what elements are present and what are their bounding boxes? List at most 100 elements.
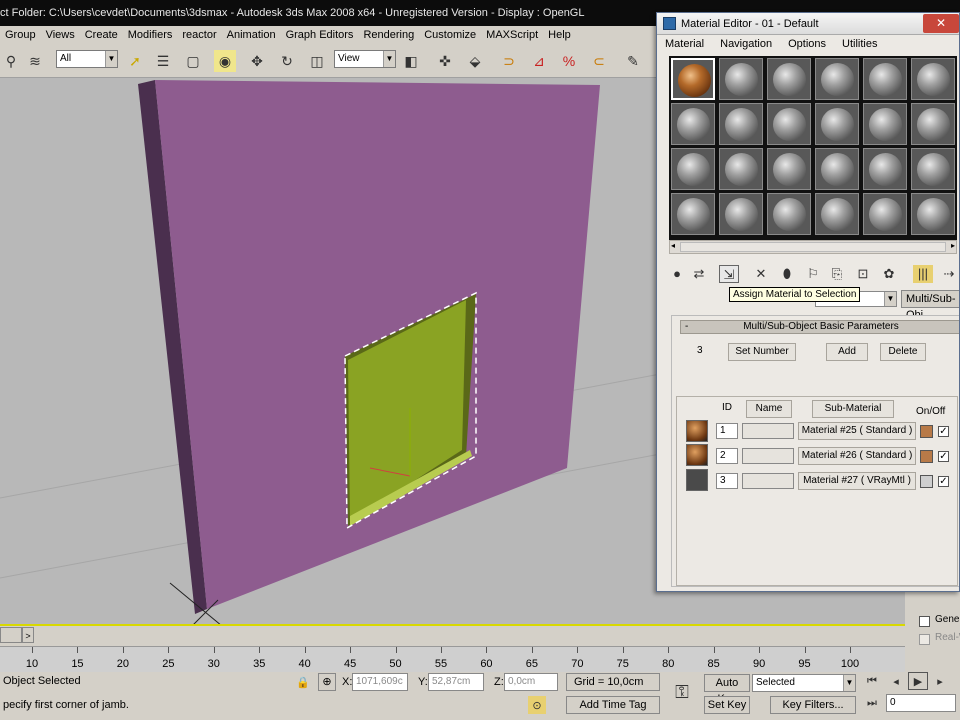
go-to-start-icon[interactable]: ⏮	[862, 672, 882, 690]
material-type-button[interactable]: Multi/Sub-Obj	[901, 290, 959, 321]
current-frame-field[interactable]: 0	[886, 694, 956, 712]
menu-views[interactable]: Views	[41, 29, 80, 41]
menu-reactor[interactable]: reactor	[177, 29, 221, 41]
sample-slot[interactable]	[815, 58, 859, 100]
menu-navigation[interactable]: Navigation	[712, 38, 780, 50]
sample-slot[interactable]	[911, 103, 955, 145]
submaterial-3-on-checkbox[interactable]: ✓	[938, 476, 949, 487]
sample-slot[interactable]	[767, 58, 811, 100]
unlink-icon[interactable]: ⚲	[0, 50, 22, 72]
timeline-ruler[interactable]: 10 15 20 25 30 35 40 45 50 55 60 65 70 75 80 85 90 95 100	[0, 646, 905, 672]
submaterial-3-name[interactable]	[742, 473, 794, 489]
sample-slot[interactable]	[815, 103, 859, 145]
set-number-button[interactable]: Set Number	[728, 343, 796, 361]
submaterial-3-id[interactable]: 3	[716, 473, 738, 489]
sample-slot[interactable]	[863, 103, 907, 145]
bind-spacewarp-icon[interactable]: ≋	[24, 50, 46, 72]
close-icon[interactable]: ✕	[923, 14, 959, 33]
sample-slot[interactable]	[767, 193, 811, 235]
sample-slot[interactable]	[671, 148, 715, 190]
get-material-icon[interactable]: ●	[667, 265, 687, 283]
play-icon[interactable]: ▶	[908, 672, 928, 690]
submaterial-column-header[interactable]: Sub-Material	[812, 400, 894, 418]
spinner-snap-icon[interactable]: ⊂	[588, 50, 610, 72]
sample-slot[interactable]	[863, 193, 907, 235]
reference-coordinate-dropdown[interactable]: View ▼	[334, 50, 396, 68]
delete-button[interactable]: Delete	[880, 343, 926, 361]
select-object-icon[interactable]: ➚	[124, 50, 146, 72]
lock-selection-icon[interactable]: 🔒	[294, 673, 312, 691]
previous-frame-icon[interactable]: ◂	[886, 672, 906, 690]
submaterial-2-color-swatch[interactable]	[920, 450, 933, 463]
menu-customize[interactable]: Customize	[419, 29, 481, 41]
z-coordinate-field[interactable]: 0,0cm	[504, 673, 558, 691]
sample-slot[interactable]	[911, 148, 955, 190]
auto-key-button[interactable]: Auto Key	[704, 674, 750, 705]
key-filters-button[interactable]: Key Filters...	[770, 696, 856, 714]
material-editor-title-bar[interactable]: Material Editor - 01 - Default ✕	[657, 13, 959, 35]
sample-slot[interactable]	[671, 193, 715, 235]
time-tag-icon[interactable]: ⊙	[528, 696, 546, 714]
menu-material[interactable]: Material	[657, 38, 712, 50]
assign-material-icon[interactable]: ⇲	[719, 265, 739, 283]
go-forward-to-sibling-icon[interactable]: ⇢	[939, 265, 959, 283]
snap-toggle-icon[interactable]: ⊃	[498, 50, 520, 72]
scale-icon[interactable]: ◫	[306, 50, 328, 72]
menu-create[interactable]: Create	[80, 29, 123, 41]
scroll-left-icon[interactable]: ◂	[671, 241, 675, 250]
put-to-scene-icon[interactable]: ⇄	[689, 265, 709, 283]
select-and-manipulate-icon[interactable]: ✜	[434, 50, 456, 72]
submaterial-1-id[interactable]: 1	[716, 423, 738, 439]
sample-slot[interactable]	[719, 103, 763, 145]
key-mode-dropdown[interactable]: Selected ▼	[752, 674, 856, 692]
sample-slot[interactable]	[815, 193, 859, 235]
real-world-map-size-checkbox[interactable]	[919, 634, 930, 645]
time-slider-handle[interactable]	[0, 627, 22, 643]
add-button[interactable]: Add	[826, 343, 868, 361]
pivot-center-icon[interactable]: ◧	[400, 50, 422, 72]
angle-snap-icon[interactable]: ⊿	[528, 50, 550, 72]
material-effects-channel-icon[interactable]: ⎘	[827, 265, 847, 283]
window-crossing-icon[interactable]: ◉	[214, 50, 236, 72]
next-frame-icon[interactable]: ▸	[930, 672, 950, 690]
submaterial-2-on-checkbox[interactable]: ✓	[938, 451, 949, 462]
sample-slot[interactable]	[767, 148, 811, 190]
sample-slot[interactable]	[767, 103, 811, 145]
key-icon[interactable]: ⚿	[670, 680, 694, 704]
named-selection-icon[interactable]: ✎	[622, 50, 644, 72]
sample-slot[interactable]	[671, 58, 715, 100]
scrollbar-thumb[interactable]	[680, 242, 946, 252]
sample-slots-scrollbar[interactable]: ◂ ▸	[669, 240, 957, 254]
y-coordinate-field[interactable]: 52,87cm	[428, 673, 484, 691]
add-time-tag-button[interactable]: Add Time Tag	[566, 696, 660, 714]
sample-slot[interactable]	[719, 193, 763, 235]
id-column-header[interactable]: ID	[714, 400, 740, 418]
submaterial-2-name[interactable]	[742, 448, 794, 464]
sample-slot[interactable]	[911, 58, 955, 100]
sample-slot[interactable]	[719, 58, 763, 100]
submaterial-3-button[interactable]: Material #27 ( VRayMtl )	[798, 472, 916, 490]
menu-group[interactable]: Group	[0, 29, 41, 41]
generate-mapping-checkbox[interactable]	[919, 616, 930, 627]
set-key-button[interactable]: Set Key	[704, 696, 750, 714]
sample-slot[interactable]	[911, 193, 955, 235]
sample-slot[interactable]	[863, 58, 907, 100]
menu-help[interactable]: Help	[543, 29, 576, 41]
show-end-result-icon[interactable]: ✿	[879, 265, 899, 283]
submaterial-2-button[interactable]: Material #26 ( Standard )	[798, 447, 916, 465]
submaterial-1-on-checkbox[interactable]: ✓	[938, 426, 949, 437]
rotate-icon[interactable]: ↻	[276, 50, 298, 72]
menu-maxscript[interactable]: MAXScript	[481, 29, 543, 41]
time-slider-next[interactable]: >	[22, 627, 34, 643]
menu-animation[interactable]: Animation	[222, 29, 281, 41]
sample-slot[interactable]	[815, 148, 859, 190]
keyboard-shortcut-icon[interactable]: ⬙	[464, 50, 486, 72]
menu-rendering[interactable]: Rendering	[358, 29, 419, 41]
show-map-icon[interactable]: ⊡	[853, 265, 873, 283]
submaterial-1-name[interactable]	[742, 423, 794, 439]
submaterial-1-button[interactable]: Material #25 ( Standard )	[798, 422, 916, 440]
rectangle-selection-icon[interactable]: ▢	[182, 50, 204, 72]
rollout-header[interactable]: - Multi/Sub-Object Basic Parameters	[680, 320, 959, 334]
select-by-name-icon[interactable]: ☰	[152, 50, 174, 72]
put-to-library-icon[interactable]: ⚐	[803, 265, 823, 283]
